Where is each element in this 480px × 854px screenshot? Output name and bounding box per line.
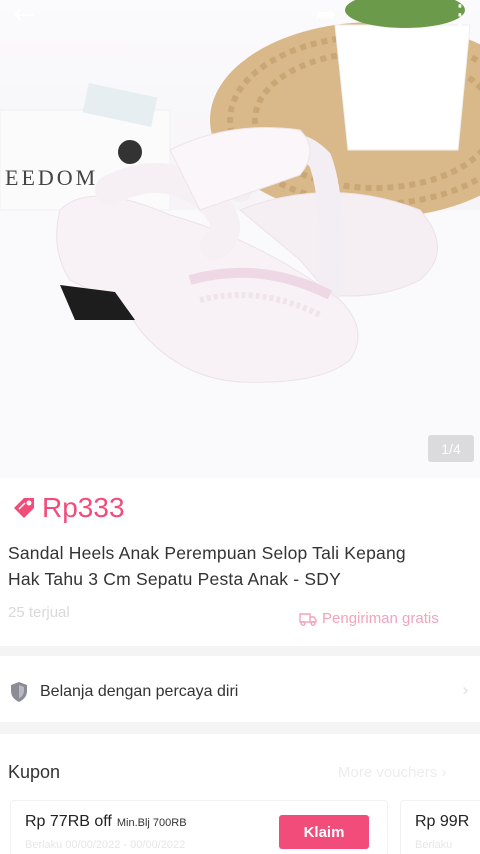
divider [0,646,480,656]
claim-button[interactable]: Klaim [279,815,369,849]
divider [0,722,480,734]
product-photo: EEDOM [0,0,480,383]
free-shipping-badge: Pengiriman gratis [298,610,439,627]
more-dots-icon[interactable]: ⋮ [440,0,480,30]
coupon-main: Rp 99R [415,813,469,831]
product-title: Sandal Heels Anak Perempuan Selop Tali K… [8,540,476,592]
shipping-label: Pengiriman gratis [322,610,439,627]
more-vouchers-link[interactable]: More vouchers › [338,764,446,781]
coupon-validity: Berlaku 00/00/2022 - 00/00/2022 [25,839,186,851]
sold-count: 25 terjual [8,604,70,621]
image-counter: 1/4 [428,435,474,462]
coupon-validity: Berlaku [415,839,453,851]
product-title-line2: Hak Tahu 3 Cm Sepatu Pesta Anak - SDY [8,569,341,589]
product-image[interactable]: EEDOM ← ➦ ⋮ 1/4 [0,0,480,478]
share-icon[interactable]: ➦ [306,0,346,30]
product-title-line1: Sandal Heels Anak Perempuan Selop Tali K… [8,543,406,563]
coupon-main: Rp 77RB off Min.Blj 700RB [25,813,187,831]
more-vouchers-label: More vouchers [338,764,438,781]
coupon-amount: Rp 99R [415,813,470,830]
price-tag-icon [10,494,38,522]
coupon-card: Rp 99R Berlaku [400,800,480,854]
chevron-right-icon: › [462,680,470,701]
back-arrow-icon[interactable]: ← [4,0,44,30]
trust-row[interactable]: Belanja dengan percaya diri › [0,666,480,718]
product-price: Rp333 [42,492,125,523]
trust-label: Belanja dengan percaya diri [40,683,239,700]
shield-icon [11,682,27,702]
coupon-amount: Rp 77RB off [25,813,112,830]
price-row: Rp333 [10,492,125,524]
coupon-section-title: Kupon [8,762,61,782]
svg-text:EEDOM: EEDOM [5,165,98,190]
coupon-card: Rp 77RB off Min.Blj 700RB Berlaku 00/00/… [10,800,388,854]
coupon-min-spend: Min.Blj 700RB [116,817,187,829]
truck-icon [299,612,317,626]
